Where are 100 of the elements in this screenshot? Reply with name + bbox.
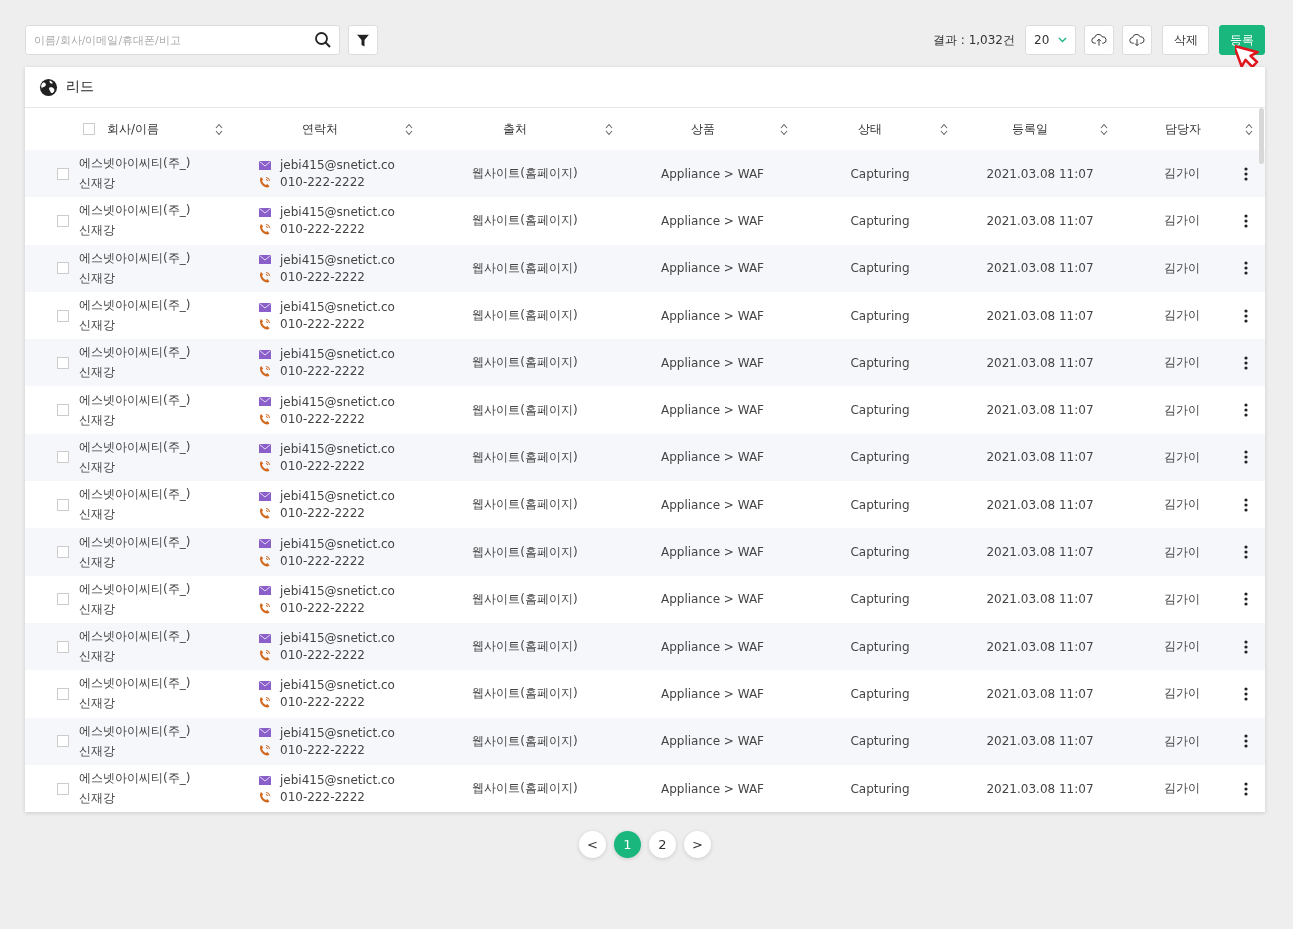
company-name: 에스넷아이씨티(주_): [79, 580, 191, 598]
sort-icon[interactable]: [215, 122, 223, 136]
table-row[interactable]: 에스넷아이씨티(주_) 신재강 jebi415@snetict.co 010-222-2222 웹사이트(홈페이지) Appliance > WAF Capturing 2021.03.08 11:07 김가이: [25, 291, 1265, 340]
checkbox[interactable]: [57, 214, 69, 227]
table-row[interactable]: 에스넷아이씨티(주_) 신재강 jebi415@snetict.co 010-222-2222 웹사이트(홈페이지) Appliance > WAF Capturing 2021.03.08 11:07 김가이: [25, 670, 1265, 718]
table-row[interactable]: 에스넷아이씨티(주_) 신재강 jebi415@snetict.co 010-222-2222 웹사이트(홈페이지) Appliance > WAF Capturing 2021.03.08 11:07 김가이: [25, 575, 1265, 623]
product-text: Appliance > WAF: [660, 592, 765, 607]
status-text: Capturing: [850, 450, 910, 465]
column-header[interactable]: 등록일: [1012, 120, 1048, 138]
date-text: 2021.03.08 11:07: [986, 213, 1094, 228]
envelope-icon: [259, 302, 271, 312]
sort-icon[interactable]: [405, 122, 413, 136]
column-header[interactable]: 회사/이름: [107, 120, 160, 138]
date-text: 2021.03.08 11:07: [986, 781, 1094, 796]
owner-name: 김가이: [1164, 638, 1200, 656]
table-row[interactable]: 에스넷아이씨티(주_) 신재강 jebi415@snetict.co 010-222-2222 웹사이트(홈페이지) Appliance > WAF Capturing 2021.03.08 11:07 김가이: [25, 481, 1265, 529]
phone-number: 010-222-2222: [280, 742, 365, 757]
column-header[interactable]: 상품: [690, 120, 715, 138]
phone-icon: [259, 223, 271, 236]
delete-button[interactable]: 삭제: [1162, 25, 1209, 55]
more-icon[interactable]: [1244, 545, 1248, 559]
checkbox[interactable]: [57, 356, 69, 369]
product-text: Appliance > WAF: [660, 308, 765, 323]
source-text: 웹사이트(홈페이지): [472, 448, 578, 466]
status-text: Capturing: [850, 261, 910, 276]
envelope-icon: [259, 444, 271, 454]
table-row[interactable]: 에스넷아이씨티(주_) 신재강 jebi415@snetict.co 010-222-2222 웹사이트(홈페이지) Appliance > WAF Capturing 2021.03.08 11:07 김가이: [25, 622, 1265, 671]
table-row[interactable]: 에스넷아이씨티(주_) 신재강 jebi415@snetict.co 010-222-2222 웹사이트(홈페이지) Appliance > WAF Capturing 2021.03.08 11:07 김가이: [25, 764, 1265, 813]
checkbox[interactable]: [57, 546, 69, 558]
column-header[interactable]: 출처: [503, 120, 527, 138]
envelope-icon: [259, 160, 271, 170]
result-count: 결과 : 1,032건: [932, 31, 1015, 49]
more-icon[interactable]: [1244, 686, 1248, 701]
search-icon[interactable]: [314, 31, 332, 49]
checkbox[interactable]: [57, 262, 69, 275]
table-row[interactable]: 에스넷아이씨티(주_) 신재강 jebi415@snetict.co 010-222-2222 웹사이트(홈페이지) Appliance > WAF Capturing 2021.03.08 11:07 김가이: [25, 386, 1265, 434]
more-icon[interactable]: [1244, 450, 1248, 465]
checkbox[interactable]: [57, 593, 69, 606]
sort-icon[interactable]: [605, 122, 613, 136]
checkbox[interactable]: [57, 782, 69, 795]
more-icon[interactable]: [1244, 355, 1248, 370]
scrollbar[interactable]: [1259, 108, 1264, 164]
filter-button[interactable]: [348, 25, 378, 55]
sort-icon[interactable]: [940, 122, 948, 136]
more-icon[interactable]: [1244, 166, 1248, 181]
source-text: 웹사이트(홈페이지): [472, 685, 578, 703]
product-text: Appliance > WAF: [660, 734, 765, 749]
upload-button[interactable]: [1084, 25, 1114, 55]
table-row[interactable]: 에스넷아이씨티(주_) 신재강 jebi415@snetict.co 010-222-2222 웹사이트(홈페이지) Appliance > WAF Capturing 2021.03.08 11:07 김가이: [25, 339, 1265, 387]
email-text: jebi415@snetict.co: [280, 158, 395, 173]
source-text: 웹사이트(홈페이지): [472, 165, 578, 183]
product-text: Appliance > WAF: [660, 213, 765, 228]
previous-page-button[interactable]: <: [579, 831, 606, 859]
sort-icon[interactable]: [1245, 122, 1253, 136]
envelope-icon: [259, 397, 271, 407]
company-name: 에스넷아이씨티(주_): [79, 486, 191, 504]
more-icon[interactable]: [1244, 639, 1248, 654]
more-icon[interactable]: [1244, 592, 1248, 607]
next-page-button[interactable]: >: [684, 831, 711, 859]
checkbox[interactable]: [57, 640, 69, 653]
checkbox[interactable]: [57, 404, 69, 417]
checkbox[interactable]: [57, 309, 69, 322]
search-field[interactable]: 이름/회사/이메일/휴대폰/비고: [25, 25, 340, 55]
company-name: 에스넷아이씨티(주_): [79, 533, 191, 551]
phone-icon: [259, 743, 271, 756]
column-header[interactable]: 연락처: [302, 120, 338, 138]
table-row[interactable]: 에스넷아이씨티(주_) 신재강 jebi415@snetict.co 010-222-2222 웹사이트(홈페이지) Appliance > WAF Capturing 2021.03.08 11:07 김가이: [25, 150, 1265, 198]
sort-icon[interactable]: [1100, 122, 1108, 136]
table-row[interactable]: 에스넷아이씨티(주_) 신재강 jebi415@snetict.co 010-222-2222 웹사이트(홈페이지) Appliance > WAF Capturing 2021.03.08 11:07 김가이: [25, 244, 1265, 292]
more-icon[interactable]: [1244, 497, 1248, 512]
checkbox[interactable]: [57, 451, 69, 464]
page-button[interactable]: 2: [649, 831, 676, 859]
envelope-icon: [259, 680, 271, 690]
source-text: 웹사이트(홈페이지): [472, 543, 578, 561]
status-text: Capturing: [850, 213, 910, 228]
checkbox[interactable]: [57, 498, 69, 511]
checkbox[interactable]: [57, 687, 69, 700]
status-text: Capturing: [850, 545, 910, 559]
table-row[interactable]: 에스넷아이씨티(주_) 신재강 jebi415@snetict.co 010-222-2222 웹사이트(홈페이지) Appliance > WAF Capturing 2021.03.08 11:07 김가이: [25, 717, 1265, 765]
column-header[interactable]: 담당자: [1164, 120, 1201, 138]
more-icon[interactable]: [1244, 308, 1248, 323]
checkbox[interactable]: [57, 735, 69, 748]
more-icon[interactable]: [1244, 403, 1248, 418]
table-row[interactable]: 에스넷아이씨티(주_) 신재강 jebi415@snetict.co 010-222-2222 웹사이트(홈페이지) Appliance > WAF Capturing 2021.03.08 11:07 김가이: [25, 197, 1265, 245]
phone-number: 010-222-2222: [280, 411, 365, 426]
column-header[interactable]: 상태: [858, 120, 882, 138]
checkbox[interactable]: [83, 123, 95, 135]
more-icon[interactable]: [1244, 734, 1248, 749]
table-row[interactable]: 에스넷아이씨티(주_) 신재강 jebi415@snetict.co 010-222-2222 웹사이트(홈페이지) Appliance > WAF Capturing 2021.03.08 11:07 김가이: [25, 433, 1265, 482]
person-name: 신재강: [79, 458, 116, 476]
sort-icon[interactable]: [780, 122, 788, 136]
checkbox[interactable]: [57, 167, 69, 180]
more-icon[interactable]: [1244, 781, 1248, 796]
person-name: 신재강: [79, 411, 116, 429]
table-row[interactable]: 에스넷아이씨티(주_) 신재강 jebi415@snetict.co 010-222-2222 웹사이트(홈페이지) Appliance > WAF Capturing 2021.03.08 11:07 김가이: [25, 528, 1265, 576]
envelope-icon: [259, 255, 271, 265]
page-size-select[interactable]: 20: [1025, 25, 1076, 55]
download-button[interactable]: [1122, 25, 1152, 55]
more-icon[interactable]: [1244, 213, 1248, 228]
more-icon[interactable]: [1244, 261, 1248, 276]
